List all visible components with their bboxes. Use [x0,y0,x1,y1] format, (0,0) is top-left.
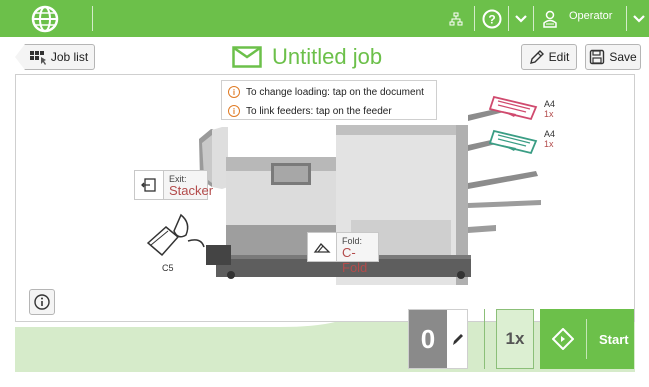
help-icon[interactable]: ? [481,6,503,31]
chevron-down-icon[interactable] [630,6,648,31]
hint-feeders: i To link feeders: tap on the feeder [228,102,392,120]
user-icon[interactable] [541,6,559,31]
feeder-1-count: 1x [544,109,554,119]
globe-icon[interactable] [30,4,60,34]
start-button[interactable]: Start [540,309,634,369]
feeder-1-format: A4 [544,99,556,109]
job-list-label: Job list [50,50,89,64]
top-bar: ? Operator [0,0,649,37]
info-icon: i [228,86,240,98]
feeder-2-format: A4 [544,129,556,139]
start-label: Start [599,331,629,347]
exit-value: Stacker [169,183,214,198]
feeder-2-count: 1x [544,139,554,149]
feeder-1-label: A4 1x [544,99,555,119]
document-counter[interactable]: 0 [408,309,468,369]
start-icon [540,309,586,369]
exit-callout[interactable]: Exit: Stacker [134,170,213,200]
pencil-icon[interactable] [448,310,468,368]
divider [586,319,587,359]
save-label: Save [609,50,637,64]
divider [508,6,509,31]
feeder-document-1[interactable] [488,95,538,121]
info-icon: i [228,105,240,117]
job-title[interactable]: Untitled job [272,44,382,70]
divider [626,6,627,31]
fold-value: C-Fold [342,245,368,275]
feeder-document-2[interactable] [488,129,538,155]
feeder-2-label: A4 1x [544,129,555,149]
pencil-icon [529,50,544,64]
save-button[interactable]: Save [585,44,641,70]
job-list-button[interactable]: Job list [15,44,95,70]
chevron-down-icon[interactable] [512,6,530,31]
svg-text:?: ? [488,12,495,26]
copies-button[interactable]: 1x [496,309,534,369]
envelope-label: C5 [162,263,174,273]
user-label[interactable]: Operator [569,10,612,22]
divider [474,6,475,31]
save-icon [590,49,605,65]
job-list-icon [29,51,46,65]
info-icon [34,294,50,310]
hint-feeders-text: To link feeders: tap on the feeder [246,105,392,117]
counter-value: 0 [409,310,447,368]
info-button[interactable] [29,289,55,315]
envelope-icon [232,46,262,68]
divider [92,6,93,31]
exit-icon [135,171,164,199]
divider [533,6,534,31]
edit-label: Edit [548,50,570,64]
page-title: Untitled job [232,42,382,72]
divider [484,309,485,369]
hint-loading-text: To change loading: tap on the document [246,86,424,98]
envelope-c5-icon[interactable] [146,213,205,257]
network-icon[interactable] [446,6,466,31]
fold-icon [308,233,337,261]
fold-callout[interactable]: Fold: C-Fold [307,232,379,275]
edit-button[interactable]: Edit [521,44,577,70]
hint-loading: i To change loading: tap on the document [228,83,424,101]
hint-panel: i To change loading: tap on the document… [221,80,437,120]
